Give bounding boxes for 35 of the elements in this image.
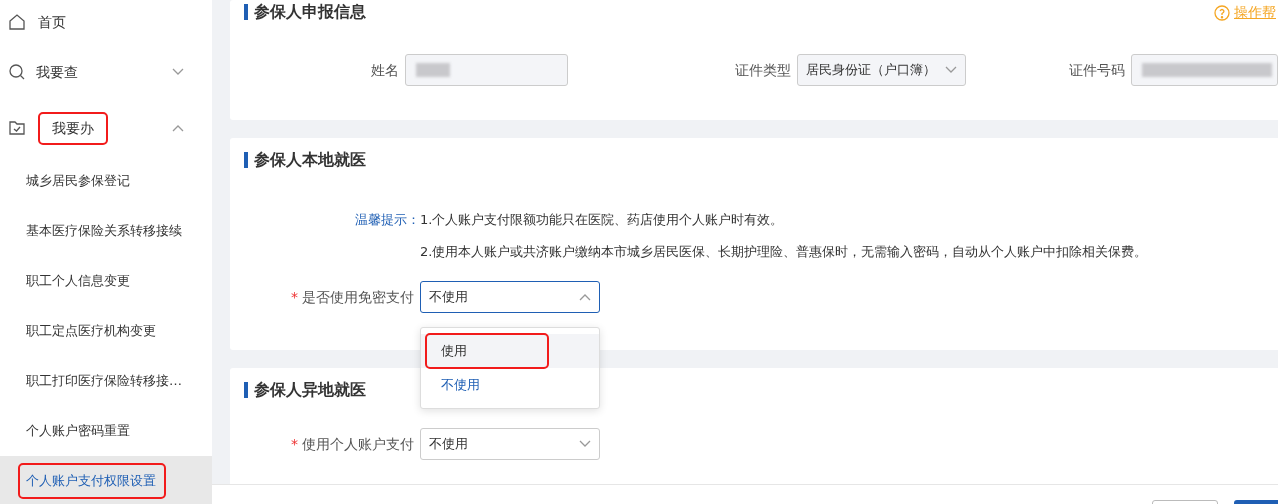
label-text: 使用个人账户支付 <box>302 435 414 452</box>
chevron-icon <box>579 293 591 301</box>
submenu-item[interactable]: 基本医疗保险关系转移接续 <box>26 221 182 241</box>
section-title: 参保人申报信息 <box>244 4 366 20</box>
dropdown-option[interactable]: 不使用 <box>441 375 480 395</box>
select-field[interactable]: 不使用 <box>420 281 600 313</box>
field-label: 证件类型 <box>733 60 792 80</box>
submenu-item[interactable]: 职工定点医疗机构变更 <box>26 321 156 341</box>
folder-icon <box>8 119 26 137</box>
notice-label: 温馨提示： <box>354 211 420 229</box>
section-title: 参保人异地就医 <box>244 382 366 398</box>
select-field[interactable]: 不使用 <box>420 428 600 460</box>
required-asterisk: * <box>291 435 298 452</box>
field-label: 证件号码 <box>1068 60 1127 80</box>
label-text: 是否使用免密支付 <box>302 288 414 305</box>
chevron-icon <box>579 440 591 448</box>
home-icon <box>8 13 26 31</box>
field-label: 姓名 <box>370 60 401 80</box>
submenu-item[interactable]: 职工个人信息变更 <box>26 271 130 291</box>
menu-item[interactable]: 我要办 <box>40 113 106 143</box>
menu-item[interactable]: 首页 <box>38 11 66 33</box>
submenu-item[interactable]: 职工打印医疗保险转移接… <box>26 371 182 391</box>
notice-text: 1.个人账户支付限额功能只在医院、药店使用个人账户时有效。 <box>420 211 784 229</box>
chevron-icon <box>945 66 958 74</box>
redacted-field[interactable] <box>1131 54 1278 86</box>
submenu-item[interactable]: 个人账户密码重置 <box>26 421 130 441</box>
menu-item[interactable]: 我要查 <box>36 61 78 83</box>
help-icon <box>1214 4 1230 21</box>
submenu-item[interactable]: 城乡居民参保登记 <box>26 171 130 191</box>
search-icon <box>8 63 26 81</box>
required-asterisk: * <box>291 288 298 305</box>
notice-text: 2.使用本人账户或共济账户缴纳本市城乡居民医保、长期护理险、普惠保时，无需输入密码，自动从个人账户中扣除相关保费。 <box>420 242 1148 261</box>
section-title: 参保人本地就医 <box>244 152 366 168</box>
redacted-field[interactable] <box>405 54 569 86</box>
select-field[interactable]: 居民身份证（户口簿） <box>796 54 967 86</box>
